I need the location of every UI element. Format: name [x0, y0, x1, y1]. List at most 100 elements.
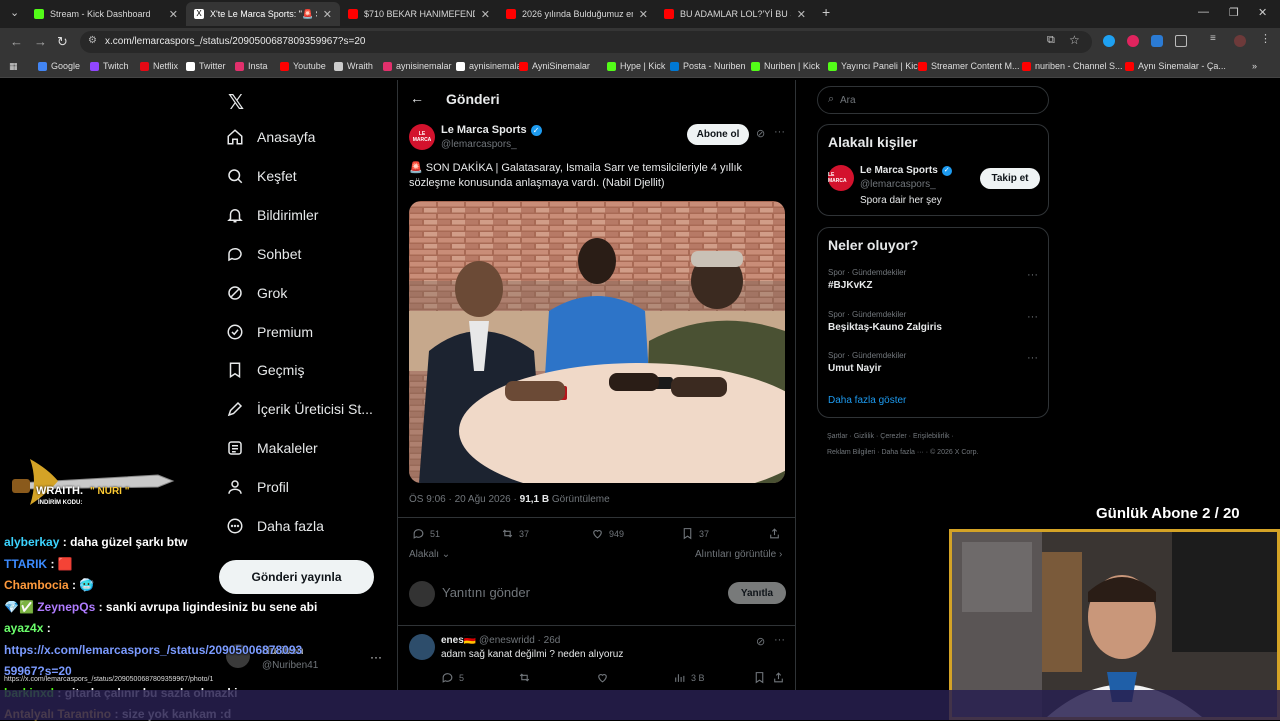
related-name[interactable]: Le Marca Sports ✓ — [860, 165, 952, 176]
view-quotes-link[interactable]: Alıntıları görüntüle › — [695, 549, 782, 560]
trend-item[interactable]: Beşiktaş-Kauno Zalgiris — [828, 322, 942, 333]
forward-button[interactable]: → — [34, 34, 47, 49]
x-logo[interactable]: 𝕏 — [228, 90, 244, 115]
close-icon[interactable]: ✕ — [797, 8, 806, 21]
footer-links[interactable]: Şartlar · Gizlilik · Çerezler · Erişileb… — [827, 433, 954, 440]
reply-button[interactable]: 51 — [412, 527, 440, 540]
bookmark-item[interactable]: Hype | Kick — [607, 61, 665, 71]
extension-icon[interactable] — [1103, 35, 1115, 47]
apps-icon[interactable]: ▦ — [9, 61, 18, 72]
close-icon[interactable]: ✕ — [639, 8, 648, 21]
reply-submit-button[interactable]: Yanıtla — [728, 582, 786, 604]
like-button[interactable] — [596, 671, 614, 684]
more-icon[interactable]: ··· — [774, 634, 785, 646]
avatar[interactable] — [409, 634, 435, 660]
close-icon[interactable]: ✕ — [481, 8, 490, 21]
address-bar[interactable]: ⚙ x.com/lemarcaspors_/status/20905006878… — [80, 31, 1092, 53]
tab-youtube-2[interactable]: 2026 yılında Bulduğumuz en iyi ✕ — [498, 2, 656, 26]
bookmark-item[interactable]: Insta — [235, 61, 268, 71]
tab-youtube-1[interactable]: $710 BEKAR HANIMEFENDİNİN ✕ — [340, 2, 498, 26]
close-icon[interactable]: ✕ — [323, 8, 332, 21]
footer-links-2[interactable]: Reklam Bilgileri · Daha fazla ··· · © 20… — [827, 449, 978, 456]
site-info-icon[interactable]: ⚙ — [88, 35, 97, 46]
bookmark-star-icon[interactable]: ☆ — [1069, 33, 1080, 47]
more-menu-icon[interactable]: ⋮ — [1260, 32, 1272, 45]
repost-button[interactable]: 37 — [501, 527, 529, 540]
bookmark-item[interactable]: Nuriben | Kick — [751, 61, 820, 71]
share-button[interactable] — [768, 527, 786, 540]
tab-search-icon[interactable]: ⌄ — [10, 6, 19, 19]
maximize-button[interactable]: ❐ — [1229, 6, 1239, 19]
new-tab-button[interactable]: + — [822, 4, 830, 20]
extension-icon[interactable] — [1127, 35, 1139, 47]
nav-item-premium[interactable]: Premium — [226, 323, 313, 341]
repost-button[interactable] — [518, 671, 536, 684]
bookmark-item[interactable]: AyniSinemalar — [519, 61, 590, 71]
grok-icon[interactable]: ⊘ — [756, 635, 765, 648]
reply-input[interactable]: Yanıtını gönder — [442, 585, 530, 600]
bookmark-item[interactable]: Wraith — [334, 61, 373, 71]
nav-item-grok[interactable]: Grok — [226, 284, 287, 302]
author-avatar[interactable]: LE MARCA — [828, 165, 854, 191]
bookmark-item[interactable]: Youtube — [280, 61, 326, 71]
tab-kick-dashboard[interactable]: Stream - Kick Dashboard ✕ — [26, 2, 186, 26]
bookmark-item[interactable]: Streamer Content M... — [918, 61, 1020, 71]
nav-item-profile[interactable]: Profil — [226, 478, 289, 496]
share-button[interactable] — [772, 671, 790, 684]
nav-item-home[interactable]: Anasayfa — [226, 128, 315, 146]
bookmark-item[interactable]: Aynı Sinemalar - Ça... — [1125, 61, 1226, 71]
tab-x-post[interactable]: X X'te Le Marca Sports: "🚨 SON ✕ — [186, 2, 340, 26]
like-button[interactable]: 949 — [591, 527, 624, 540]
author-handle[interactable]: @lemarcaspors_ — [441, 139, 517, 150]
search-input[interactable]: ⌕ Ara — [817, 86, 1049, 114]
menu-lines-icon[interactable]: ≡ — [1210, 33, 1222, 45]
bookmark-button[interactable]: 37 — [681, 527, 709, 540]
bookmark-item[interactable]: Yayıncı Paneli | Kick — [828, 61, 922, 71]
bookmark-button[interactable] — [753, 671, 771, 684]
puzzle-icon[interactable] — [1175, 35, 1187, 47]
nav-item-chat[interactable]: Sohbet — [226, 245, 301, 263]
account-menu-icon[interactable]: ··· — [370, 650, 382, 664]
bookmark-item[interactable]: nuriben - Channel S... — [1022, 61, 1123, 71]
bookmark-item[interactable]: aynisinemalar — [456, 61, 525, 71]
show-more-link[interactable]: Daha fazla göster — [828, 395, 906, 406]
sort-relevant-dropdown[interactable]: Alakalı ⌄ — [409, 549, 450, 560]
nav-item-explore[interactable]: Keşfet — [226, 167, 297, 185]
author-name[interactable]: Le Marca Sports ✓ — [441, 124, 542, 136]
nav-item-history[interactable]: Geçmiş — [226, 361, 304, 379]
nav-item-notifications[interactable]: Bildirimler — [226, 206, 318, 224]
nav-item-articles[interactable]: Makaleler — [226, 439, 318, 457]
nav-item-more[interactable]: Daha fazla — [226, 517, 324, 535]
author-avatar[interactable]: LE MARCA — [409, 124, 435, 150]
reload-button[interactable]: ↻ — [57, 34, 68, 50]
trend-more-icon[interactable]: ··· — [1027, 269, 1038, 281]
shield-icon[interactable] — [1151, 35, 1163, 47]
avatar[interactable] — [1234, 35, 1246, 47]
post-button[interactable]: Gönderi yayınla — [219, 560, 374, 594]
more-icon[interactable]: ··· — [774, 126, 785, 138]
trend-item[interactable]: Umut Nayir — [828, 363, 881, 374]
follow-button[interactable]: Takip et — [980, 168, 1040, 189]
trend-more-icon[interactable]: ··· — [1027, 311, 1038, 323]
more-bookmarks-icon[interactable]: » — [1252, 61, 1257, 71]
window-close-button[interactable]: ✕ — [1258, 6, 1267, 19]
close-icon[interactable]: ✕ — [169, 8, 178, 21]
tab-youtube-3[interactable]: BU ADAMLAR LOL?'Yİ BU SEFER ✕ — [656, 2, 814, 26]
grok-icon[interactable]: ⊘ — [756, 127, 765, 140]
bookmark-item[interactable]: Google — [38, 61, 80, 71]
bookmark-item[interactable]: aynisinemalar — [383, 61, 452, 71]
bookmark-item[interactable]: Posta - Nuriben — [670, 61, 746, 71]
subscribe-button[interactable]: Abone ol — [687, 124, 749, 145]
post-photo[interactable] — [409, 201, 785, 483]
reply-button[interactable]: 5 — [441, 671, 464, 684]
back-arrow-icon[interactable]: ← — [410, 90, 424, 106]
trend-item[interactable]: #BJKvKZ — [828, 280, 872, 291]
views-button[interactable]: 3 B — [673, 671, 705, 684]
bookmark-item[interactable]: Netflix — [140, 61, 178, 71]
nav-item-creator-studio[interactable]: İçerik Üreticisi St... — [226, 400, 373, 418]
back-button[interactable]: ← — [10, 34, 23, 49]
trend-more-icon[interactable]: ··· — [1027, 352, 1038, 364]
bookmark-item[interactable]: Twitch — [90, 61, 129, 71]
bookmark-item[interactable]: Twitter — [186, 61, 226, 71]
install-icon[interactable]: ⧉ — [1047, 34, 1055, 47]
